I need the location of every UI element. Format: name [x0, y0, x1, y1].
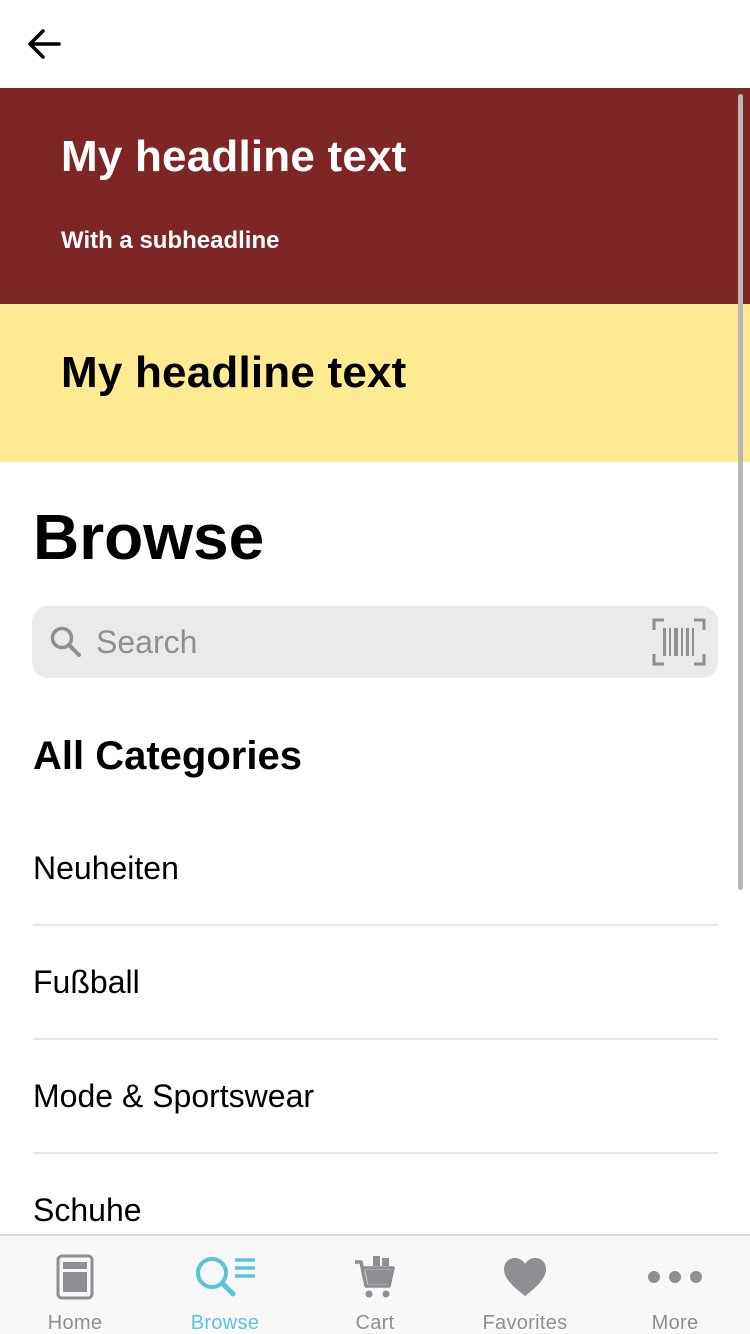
heart-icon	[500, 1252, 550, 1302]
category-item[interactable]: Neuheiten	[33, 812, 718, 926]
tab-cart[interactable]: Cart	[300, 1236, 450, 1334]
back-button[interactable]	[22, 24, 66, 64]
tab-home[interactable]: Home	[0, 1236, 150, 1334]
promo-banner-red[interactable]: My headline text With a subheadline	[0, 88, 750, 304]
barcode-scanner-icon[interactable]	[652, 618, 706, 666]
category-list: Neuheiten Fußball Mode & Sportswear Schu…	[33, 812, 718, 1268]
page-title: Browse	[33, 501, 265, 573]
promo-banner-yellow[interactable]: My headline text	[0, 304, 750, 462]
home-icon	[50, 1252, 100, 1302]
search-icon	[50, 626, 81, 657]
tab-bar: Home Browse Cart Favorites More	[0, 1234, 750, 1334]
scrollbar[interactable]	[738, 94, 743, 890]
top-bar	[0, 0, 750, 88]
arrow-left-icon	[28, 29, 61, 59]
tab-label: Home	[47, 1312, 103, 1334]
search-input[interactable]	[96, 620, 636, 664]
tab-more[interactable]: More	[600, 1236, 750, 1334]
banner-subheadline: With a subheadline	[61, 227, 280, 254]
tab-label: Cart	[355, 1312, 395, 1334]
tab-label: Browse	[190, 1312, 260, 1334]
search-bar[interactable]	[32, 606, 718, 678]
banner-headline: My headline text	[61, 132, 407, 181]
browse-search-icon	[193, 1252, 257, 1302]
more-dots-icon	[647, 1252, 703, 1302]
section-title: All Categories	[33, 734, 302, 778]
tab-label: More	[651, 1312, 699, 1334]
cart-icon	[350, 1252, 400, 1302]
category-item[interactable]: Fußball	[33, 926, 718, 1040]
tab-label: Favorites	[482, 1312, 568, 1334]
category-item[interactable]: Mode & Sportswear	[33, 1040, 718, 1154]
banner-headline: My headline text	[61, 348, 407, 397]
tab-browse[interactable]: Browse	[150, 1236, 300, 1334]
tab-favorites[interactable]: Favorites	[450, 1236, 600, 1334]
